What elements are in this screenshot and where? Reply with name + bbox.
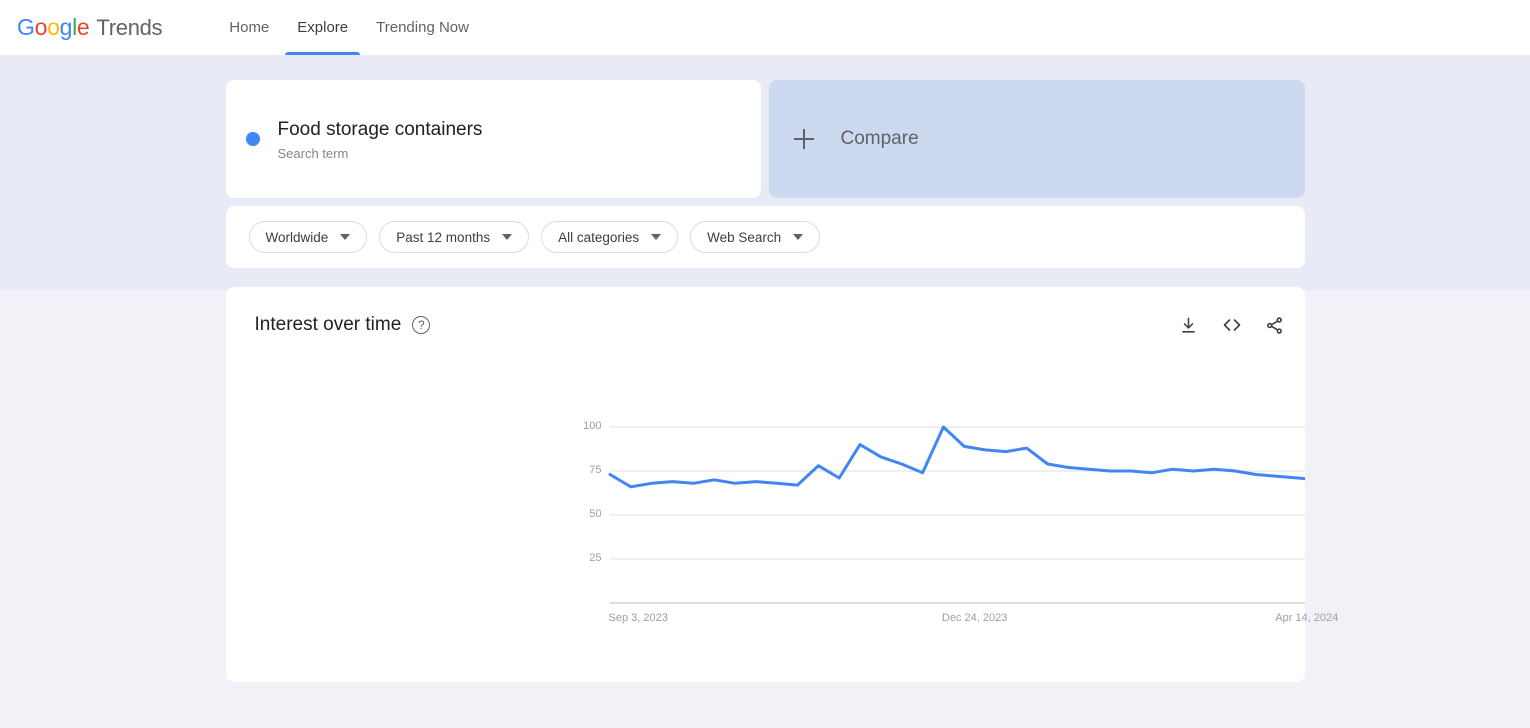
filter-search-type-label: Web Search (707, 229, 782, 245)
search-term-type: Search term (277, 145, 349, 161)
filter-category[interactable]: All categories (541, 221, 679, 253)
chevron-down-icon (793, 234, 804, 240)
interest-over-time-card: Interest over time ? 100 75 50 25 Sep 3,… (225, 287, 1530, 682)
query-row: Food storage containers Search term Comp… (225, 80, 1305, 198)
nav-item-trending-now-label: Trending Now (376, 19, 469, 36)
trend-line-chart[interactable] (226, 347, 1530, 682)
y-axis-tick-label: 25 (589, 552, 602, 564)
top-navigation-bar: Google Trends Home Explore Trending Now (0, 0, 1530, 55)
compare-label: Compare (840, 128, 919, 149)
trends-wordmark: Trends (96, 15, 163, 40)
y-axis-tick-label: 50 (589, 508, 602, 520)
search-term-card[interactable]: Food storage containers Search term (225, 80, 761, 198)
compare-button[interactable]: Compare (768, 80, 1305, 198)
filter-location[interactable]: Worldwide (248, 221, 368, 253)
nav-item-trending-now[interactable]: Trending Now (362, 0, 483, 55)
nav-item-home-label: Home (229, 19, 270, 36)
help-circle-icon[interactable]: ? (412, 316, 431, 334)
chart-header: Interest over time ? (226, 287, 1305, 336)
chart-toolbar (1178, 314, 1286, 336)
x-axis-tick-label: Sep 3, 2023 (608, 612, 668, 624)
filter-location-label: Worldwide (265, 229, 329, 245)
nav-item-explore-label: Explore (297, 19, 349, 36)
nav-item-home[interactable]: Home (215, 0, 283, 55)
chart-plot-area: 100 75 50 25 Sep 3, 2023 Dec 24, 2023 Apr 14, … (226, 347, 1530, 682)
filter-category-label: All categories (558, 229, 640, 245)
filter-time-range-label: Past 12 months (396, 229, 491, 245)
chevron-down-icon (340, 234, 351, 240)
x-axis-tick-label: Apr 14, 2024 (1275, 612, 1339, 624)
nav-item-explore[interactable]: Explore (283, 0, 362, 55)
y-axis-tick-label: 100 (583, 420, 602, 432)
main-nav: Home Explore Trending Now (215, 0, 483, 55)
download-icon[interactable] (1178, 314, 1200, 336)
search-term-text: Food storage containers (277, 118, 483, 140)
chevron-down-icon (502, 234, 513, 240)
chevron-down-icon (651, 234, 662, 240)
plus-icon (793, 129, 814, 149)
series-color-dot (245, 132, 260, 146)
x-axis-tick-label: Dec 24, 2023 (941, 612, 1008, 624)
share-icon[interactable] (1264, 314, 1286, 336)
embed-code-icon[interactable] (1221, 314, 1243, 336)
y-axis-tick-label: 75 (589, 464, 602, 476)
filter-bar: Worldwide Past 12 months All categories … (225, 206, 1305, 268)
filter-search-type[interactable]: Web Search (690, 221, 821, 253)
google-trends-logo[interactable]: Google Trends (17, 14, 163, 41)
google-wordmark: Google (17, 14, 90, 40)
chart-title: Interest over time (254, 314, 402, 335)
filter-time-range[interactable]: Past 12 months (379, 221, 530, 253)
